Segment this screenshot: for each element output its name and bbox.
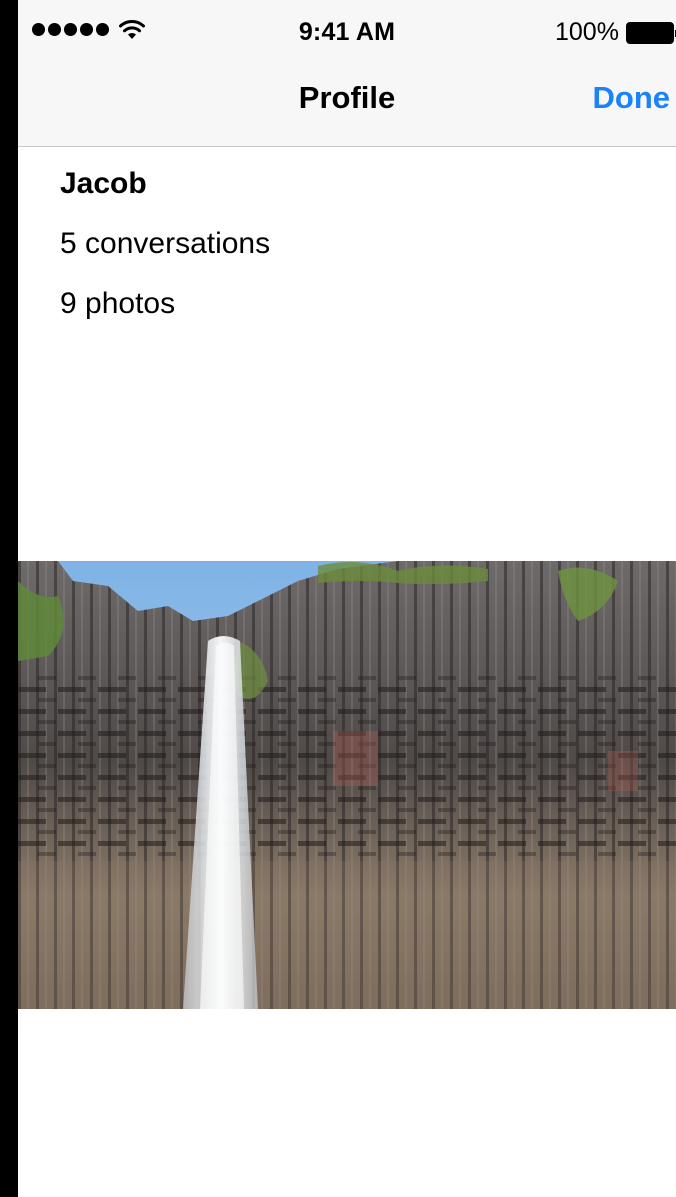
status-bar: 9:41 AM 100% <box>18 0 676 60</box>
battery-icon <box>626 22 676 44</box>
done-button[interactable]: Done <box>593 80 671 116</box>
navigation-header: 9:41 AM 100% Profile Done <box>18 0 676 147</box>
photo-count: 9 photos <box>60 287 176 320</box>
profile-info: Jacob 5 conversations 9 photos <box>60 160 270 340</box>
battery-percentage: 100% <box>555 18 619 46</box>
phone-screen: 9:41 AM 100% Profile Done Jacob 5 conver… <box>18 0 676 1197</box>
conversation-count: 5 conversations <box>60 227 271 260</box>
profile-photo[interactable] <box>18 561 676 1009</box>
page-title: Profile <box>298 80 396 115</box>
profile-name: Jacob <box>60 167 147 200</box>
